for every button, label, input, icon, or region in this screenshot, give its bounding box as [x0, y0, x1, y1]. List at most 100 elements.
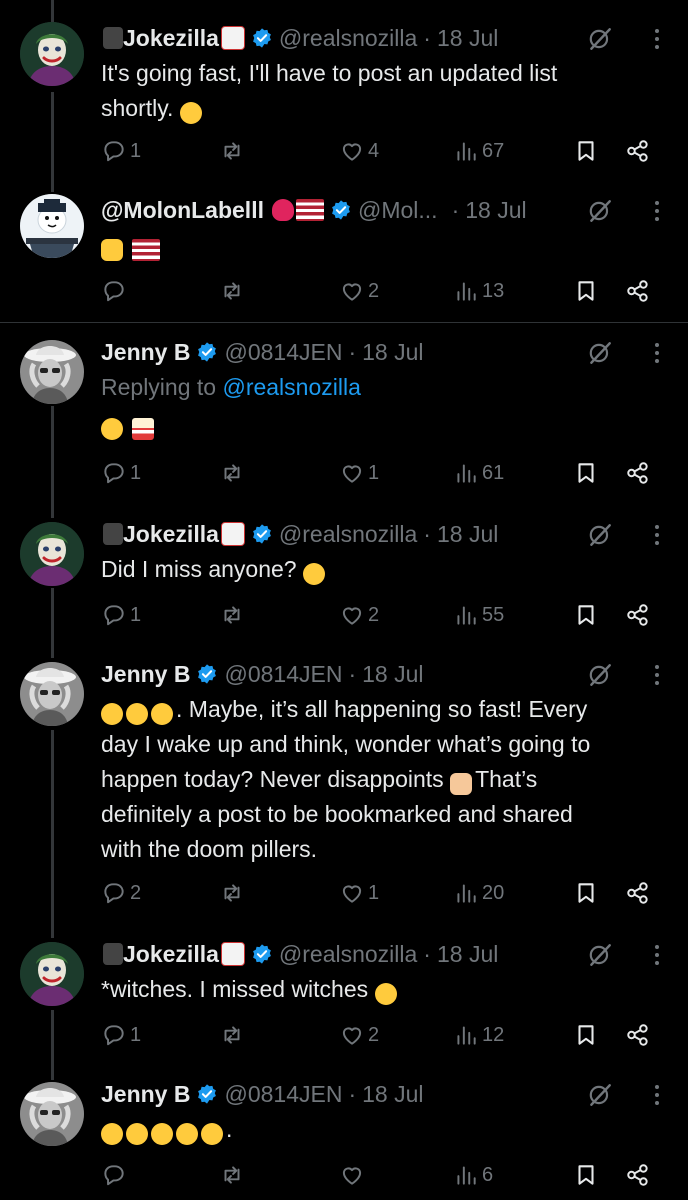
reply-button[interactable]: 1 [101, 458, 141, 488]
retweet-icon [219, 880, 245, 906]
display-name[interactable]: Jenny B [101, 339, 190, 366]
view-count: 67 [482, 139, 505, 162]
verified-badge-icon [196, 1083, 218, 1105]
replying-to-link[interactable]: @realsnozilla [222, 374, 360, 400]
view-count: 55 [482, 603, 505, 626]
like-button[interactable]: 4 [339, 136, 379, 166]
more-icon[interactable] [654, 200, 660, 222]
retweet-button[interactable] [219, 600, 245, 630]
grok-icon[interactable] [587, 662, 613, 688]
display-name[interactable]: Jokezilla [123, 25, 219, 52]
tweet-date[interactable]: 18 Jul [437, 25, 498, 52]
avatar[interactable] [20, 1082, 84, 1146]
grok-icon[interactable] [587, 198, 613, 224]
retweet-icon [219, 460, 245, 486]
share-button[interactable] [625, 1160, 651, 1190]
bookmark-button[interactable] [573, 878, 599, 908]
display-name[interactable]: Jokezilla [123, 941, 219, 968]
share-button[interactable] [625, 878, 651, 908]
bookmark-button[interactable] [573, 1160, 599, 1190]
views-button[interactable]: 61 [453, 458, 504, 488]
views-button[interactable]: 6 [453, 1160, 493, 1190]
share-button[interactable] [625, 276, 651, 306]
bookmark-button[interactable] [573, 276, 599, 306]
user-handle[interactable]: @0814JEN [224, 339, 342, 366]
rofl-emoji-icon: rofl [151, 703, 173, 725]
views-button[interactable]: 13 [453, 276, 504, 306]
raising-hands-emoji-icon: hands [450, 773, 473, 795]
like-count: 4 [368, 139, 380, 162]
grok-icon[interactable] [587, 26, 613, 52]
us-flag-emoji-icon: flag [132, 239, 161, 261]
tweet-date[interactable]: 18 Jul [362, 1081, 423, 1108]
more-icon[interactable] [654, 342, 660, 364]
like-count: 2 [368, 1023, 380, 1046]
display-name[interactable]: Jenny B [101, 1081, 190, 1108]
retweet-button[interactable] [219, 1160, 245, 1190]
reply-button[interactable]: 1 [101, 600, 141, 630]
like-icon [339, 460, 365, 486]
user-handle[interactable]: @realsnozilla [279, 521, 417, 548]
retweet-button[interactable] [219, 878, 245, 908]
user-handle[interactable]: @0814JEN [224, 1081, 342, 1108]
share-button[interactable] [625, 600, 651, 630]
bookmark-button[interactable] [573, 136, 599, 166]
views-button[interactable]: 20 [453, 878, 504, 908]
like-count: 1 [368, 461, 380, 484]
reply-button[interactable]: 1 [101, 1020, 141, 1050]
more-icon[interactable] [654, 664, 660, 686]
display-name[interactable]: Jenny B [101, 661, 190, 688]
like-button[interactable] [339, 1160, 368, 1190]
user-handle[interactable]: @0814JEN [224, 661, 342, 688]
display-name[interactable]: @MolonLabelll [101, 197, 264, 224]
like-count: 2 [368, 603, 380, 626]
more-icon[interactable] [654, 944, 660, 966]
views-button[interactable]: 67 [453, 136, 504, 166]
user-handle[interactable]: @Mol... [358, 197, 438, 224]
reply-button[interactable]: 2 [101, 878, 141, 908]
retweet-button[interactable] [219, 1020, 245, 1050]
grok-icon[interactable] [587, 942, 613, 968]
reply-icon [101, 1022, 127, 1048]
user-handle[interactable]: @realsnozilla [279, 25, 417, 52]
tweet-date[interactable]: 18 Jul [362, 661, 423, 688]
avatar[interactable] [20, 942, 84, 1006]
like-button[interactable]: 2 [339, 276, 379, 306]
tweet-date[interactable]: 18 Jul [437, 521, 498, 548]
tweet-date[interactable]: 18 Jul [465, 197, 526, 224]
grok-icon[interactable] [587, 340, 613, 366]
share-button[interactable] [625, 458, 651, 488]
more-icon[interactable] [654, 1084, 660, 1106]
avatar[interactable] [20, 194, 84, 258]
share-button[interactable] [625, 1020, 651, 1050]
user-handle[interactable]: @realsnozilla [279, 941, 417, 968]
tweet-date[interactable]: 18 Jul [437, 941, 498, 968]
avatar[interactable] [20, 662, 84, 726]
bookmark-button[interactable] [573, 1020, 599, 1050]
reply-button[interactable]: 1 [101, 136, 141, 166]
views-button[interactable]: 12 [453, 1020, 504, 1050]
reply-button[interactable] [101, 276, 130, 306]
share-button[interactable] [625, 136, 651, 166]
bookmark-button[interactable] [573, 458, 599, 488]
display-name[interactable]: Jokezilla [123, 521, 219, 548]
like-button[interactable]: 1 [339, 878, 379, 908]
retweet-button[interactable] [219, 276, 245, 306]
retweet-button[interactable] [219, 136, 245, 166]
more-icon[interactable] [654, 28, 660, 50]
avatar[interactable] [20, 340, 84, 404]
like-icon [339, 278, 365, 304]
reply-button[interactable] [101, 1160, 130, 1190]
avatar[interactable] [20, 22, 84, 86]
retweet-button[interactable] [219, 458, 245, 488]
more-icon[interactable] [654, 524, 660, 546]
grok-icon[interactable] [587, 1082, 613, 1108]
views-button[interactable]: 55 [453, 600, 504, 630]
like-button[interactable]: 1 [339, 458, 379, 488]
grok-icon[interactable] [587, 522, 613, 548]
tweet-date[interactable]: 18 Jul [362, 339, 423, 366]
bookmark-button[interactable] [573, 600, 599, 630]
like-button[interactable]: 2 [339, 1020, 379, 1050]
like-button[interactable]: 2 [339, 600, 379, 630]
avatar[interactable] [20, 522, 84, 586]
